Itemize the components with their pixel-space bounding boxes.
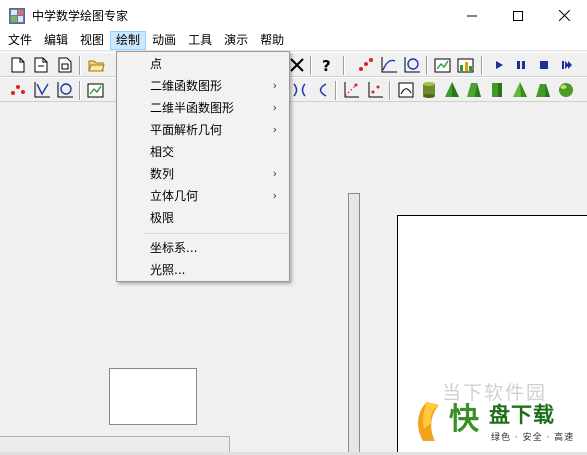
pause-icon[interactable] <box>512 56 530 74</box>
menu-edit[interactable]: 编辑 <box>38 31 74 50</box>
minimize-button[interactable] <box>449 0 495 31</box>
close-button[interactable] <box>541 0 587 31</box>
stop-icon[interactable] <box>535 56 553 74</box>
chart-edit-icon[interactable] <box>434 56 452 74</box>
pyramid-icon[interactable] <box>511 81 529 99</box>
title-bar: 中学数学绘图专家 <box>0 0 587 31</box>
menu-item-lighting[interactable]: 光照... <box>117 259 289 281</box>
menu-bar: 文件 编辑 视图 绘制 动画 工具 演示 帮助 <box>0 31 587 51</box>
column-icon[interactable] <box>488 81 506 99</box>
maximize-button[interactable] <box>495 0 541 31</box>
prism-icon[interactable] <box>465 81 483 99</box>
function-graph-icon[interactable] <box>380 56 398 74</box>
preview-panel <box>109 368 197 425</box>
menu-item-2-5d-function-graph[interactable]: 二维半函数图形 › <box>117 97 289 119</box>
submenu-arrow-icon: › <box>272 189 277 202</box>
menu-item-plane-analytic-geometry[interactable]: 平面解析几何 › <box>117 119 289 141</box>
watermark: 快 盘下载 绿色 · 安全 · 高速 <box>413 399 585 449</box>
less-than-icon[interactable] <box>312 81 330 99</box>
refresh-circle-icon[interactable] <box>403 56 421 74</box>
scatter-points-icon[interactable] <box>9 81 27 99</box>
parenthesis-icon[interactable] <box>290 81 308 99</box>
menu-item-2d-function-graph[interactable]: 二维函数图形 › <box>117 75 289 97</box>
maximize-icon <box>513 10 523 21</box>
menu-item-solid-geometry[interactable]: 立体几何 › <box>117 185 289 207</box>
frustum-icon[interactable] <box>534 81 552 99</box>
cylinder-icon[interactable] <box>420 81 438 99</box>
window-title: 中学数学绘图专家 <box>32 9 129 23</box>
vertical-splitter[interactable] <box>348 193 360 455</box>
chart-green-icon[interactable] <box>457 56 475 74</box>
axes-plot2-icon[interactable] <box>366 81 384 99</box>
open-folder-icon[interactable] <box>87 56 105 74</box>
copy-doc-icon[interactable] <box>56 56 74 74</box>
sphere-icon[interactable] <box>557 81 575 99</box>
cone-icon[interactable] <box>443 81 461 99</box>
watermark-logo-char: 快 <box>449 402 479 437</box>
axes-plot-icon[interactable] <box>342 81 360 99</box>
svg-text:?: ? <box>322 57 331 73</box>
main-toolbar: ? <box>0 52 587 77</box>
menu-item-coordinate-system[interactable]: 坐标系... <box>117 237 289 259</box>
menu-draw[interactable]: 绘制 <box>110 31 147 50</box>
menu-help[interactable]: 帮助 <box>254 31 290 50</box>
menu-file[interactable]: 文件 <box>2 31 38 50</box>
draw-menu-dropdown: 点 二维函数图形 › 二维半函数图形 › 平面解析几何 › 相交 数列 › 立体几何 › … <box>116 51 290 282</box>
new-doc-icon[interactable] <box>9 56 27 74</box>
watermark-slogan: 绿色 · 安全 · 高速 <box>491 433 575 443</box>
minimize-icon <box>467 15 477 16</box>
drawing-toolbar <box>0 77 587 102</box>
horizontal-scrollbar[interactable] <box>0 436 230 452</box>
app-icon <box>9 7 25 24</box>
play-icon[interactable] <box>490 56 508 74</box>
points-icon[interactable] <box>357 56 375 74</box>
menu-item-intersection[interactable]: 相交 <box>117 141 289 163</box>
axes-curve-icon[interactable] <box>33 81 51 99</box>
menu-demo[interactable]: 演示 <box>218 31 254 50</box>
submenu-arrow-icon: › <box>272 101 277 114</box>
square-icon[interactable] <box>397 81 415 99</box>
chart-icon[interactable] <box>87 81 105 99</box>
submenu-arrow-icon: › <box>272 123 277 136</box>
menu-animation[interactable]: 动画 <box>146 31 182 50</box>
help-question-icon[interactable]: ? <box>318 56 336 74</box>
new-doc2-icon[interactable] <box>32 56 50 74</box>
menu-item-point[interactable]: 点 <box>117 53 289 75</box>
delete-x-icon[interactable] <box>288 56 306 74</box>
submenu-arrow-icon: › <box>272 79 277 92</box>
close-icon <box>558 10 570 21</box>
circle-axes-icon[interactable] <box>56 81 74 99</box>
menu-item-sequence[interactable]: 数列 › <box>117 163 289 185</box>
watermark-brand: 盘下载 <box>489 403 555 427</box>
skip-end-icon[interactable] <box>558 56 576 74</box>
menu-separator <box>145 233 287 234</box>
menu-item-limit[interactable]: 极限 <box>117 207 289 229</box>
menu-view[interactable]: 视图 <box>74 31 110 50</box>
menu-tools[interactable]: 工具 <box>182 31 218 50</box>
submenu-arrow-icon: › <box>272 167 277 180</box>
